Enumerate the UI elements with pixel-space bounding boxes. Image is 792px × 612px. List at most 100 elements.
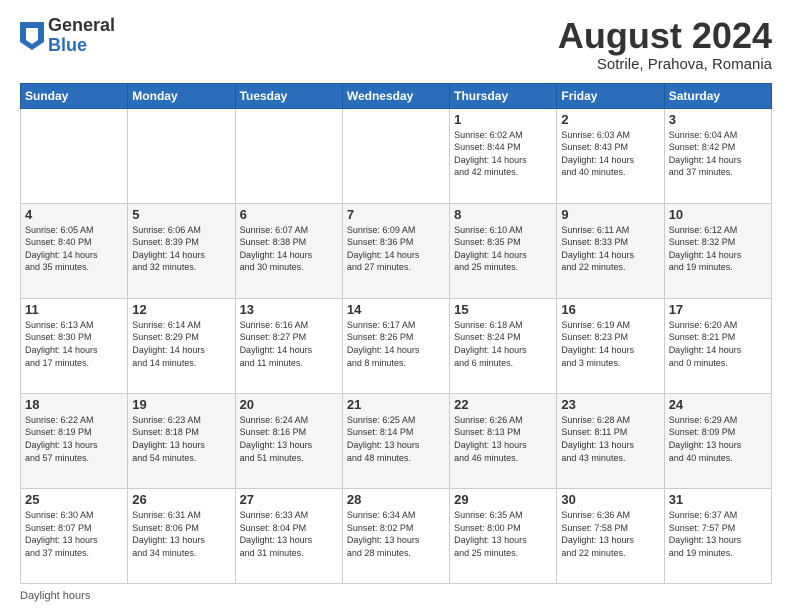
day-number: 7 xyxy=(347,207,445,222)
calendar-cell: 4 Sunrise: 6:05 AM Sunset: 8:40 PM Daylig… xyxy=(21,203,128,298)
calendar-cell: 12Sunrise: 6:14 AM Sunset: 8:29 PM Dayli… xyxy=(128,298,235,393)
day-number: 4 xyxy=(25,207,123,222)
day-number: 18 xyxy=(25,397,123,412)
weekday-saturday: Saturday xyxy=(664,83,771,108)
day-number: 8 xyxy=(454,207,552,222)
day-info: Sunrise: 6:09 AM Sunset: 8:36 PM Dayligh… xyxy=(347,224,445,274)
day-info: Sunrise: 6:28 AM Sunset: 8:11 PM Dayligh… xyxy=(561,414,659,464)
day-info: Sunrise: 6:05 AM Sunset: 8:40 PM Dayligh… xyxy=(25,224,123,274)
day-number: 6 xyxy=(240,207,338,222)
calendar-cell: 19Sunrise: 6:23 AM Sunset: 8:18 PM Dayli… xyxy=(128,393,235,488)
week-row-3: 11Sunrise: 6:13 AM Sunset: 8:30 PM Dayli… xyxy=(21,298,772,393)
calendar-cell xyxy=(235,108,342,203)
day-number: 9 xyxy=(561,207,659,222)
calendar-cell: 7 Sunrise: 6:09 AM Sunset: 8:36 PM Daylig… xyxy=(342,203,449,298)
calendar-cell: 13 Sunrise: 6:16 AM Sunset: 8:27 PM Dayli… xyxy=(235,298,342,393)
day-number: 16 xyxy=(561,302,659,317)
calendar-cell: 31 Sunrise: 6:37 AM Sunset: 7:57 PM Dayli… xyxy=(664,488,771,583)
day-info: Sunrise: 6:22 AM Sunset: 8:19 PM Dayligh… xyxy=(25,414,123,464)
week-row-5: 25 Sunrise: 6:30 AM Sunset: 8:07 PM Dayli… xyxy=(21,488,772,583)
day-info: Sunrise: 6:34 AM Sunset: 8:02 PM Dayligh… xyxy=(347,509,445,559)
calendar-cell: 17Sunrise: 6:20 AM Sunset: 8:21 PM Dayli… xyxy=(664,298,771,393)
calendar-cell: 16 Sunrise: 6:19 AM Sunset: 8:23 PM Dayli… xyxy=(557,298,664,393)
page: General Blue August 2024 Sotrile, Prahov… xyxy=(0,0,792,612)
calendar-cell: 27 Sunrise: 6:33 AM Sunset: 8:04 PM Dayli… xyxy=(235,488,342,583)
calendar: SundayMondayTuesdayWednesdayThursdayFrid… xyxy=(20,83,772,584)
day-info: Sunrise: 6:02 AM Sunset: 8:44 PM Dayligh… xyxy=(454,129,552,179)
calendar-cell: 1 Sunrise: 6:02 AM Sunset: 8:44 PM Daylig… xyxy=(450,108,557,203)
day-info: Sunrise: 6:04 AM Sunset: 8:42 PM Dayligh… xyxy=(669,129,767,179)
calendar-cell: 21 Sunrise: 6:25 AM Sunset: 8:14 PM Dayli… xyxy=(342,393,449,488)
calendar-cell: 2 Sunrise: 6:03 AM Sunset: 8:43 PM Daylig… xyxy=(557,108,664,203)
day-number: 5 xyxy=(132,207,230,222)
weekday-thursday: Thursday xyxy=(450,83,557,108)
calendar-cell: 24Sunrise: 6:29 AM Sunset: 8:09 PM Dayli… xyxy=(664,393,771,488)
weekday-tuesday: Tuesday xyxy=(235,83,342,108)
day-info: Sunrise: 6:11 AM Sunset: 8:33 PM Dayligh… xyxy=(561,224,659,274)
day-info: Sunrise: 6:03 AM Sunset: 8:43 PM Dayligh… xyxy=(561,129,659,179)
day-info: Sunrise: 6:18 AM Sunset: 8:24 PM Dayligh… xyxy=(454,319,552,369)
day-number: 26 xyxy=(132,492,230,507)
day-info: Sunrise: 6:20 AM Sunset: 8:21 PM Dayligh… xyxy=(669,319,767,369)
day-number: 2 xyxy=(561,112,659,127)
day-info: Sunrise: 6:26 AM Sunset: 8:13 PM Dayligh… xyxy=(454,414,552,464)
weekday-wednesday: Wednesday xyxy=(342,83,449,108)
day-number: 21 xyxy=(347,397,445,412)
day-number: 30 xyxy=(561,492,659,507)
day-info: Sunrise: 6:33 AM Sunset: 8:04 PM Dayligh… xyxy=(240,509,338,559)
daylight-label: Daylight hours xyxy=(20,590,90,602)
calendar-cell: 15 Sunrise: 6:18 AM Sunset: 8:24 PM Dayli… xyxy=(450,298,557,393)
weekday-monday: Monday xyxy=(128,83,235,108)
day-info: Sunrise: 6:16 AM Sunset: 8:27 PM Dayligh… xyxy=(240,319,338,369)
calendar-cell: 23 Sunrise: 6:28 AM Sunset: 8:11 PM Dayli… xyxy=(557,393,664,488)
weekday-sunday: Sunday xyxy=(21,83,128,108)
calendar-cell: 29Sunrise: 6:35 AM Sunset: 8:00 PM Dayli… xyxy=(450,488,557,583)
calendar-cell: 26 Sunrise: 6:31 AM Sunset: 8:06 PM Dayli… xyxy=(128,488,235,583)
title-block: August 2024 Sotrile, Prahova, Romania xyxy=(558,16,772,73)
footer: Daylight hours xyxy=(20,590,772,602)
day-number: 14 xyxy=(347,302,445,317)
day-info: Sunrise: 6:13 AM Sunset: 8:30 PM Dayligh… xyxy=(25,319,123,369)
week-row-2: 4 Sunrise: 6:05 AM Sunset: 8:40 PM Daylig… xyxy=(21,203,772,298)
week-row-1: 1 Sunrise: 6:02 AM Sunset: 8:44 PM Daylig… xyxy=(21,108,772,203)
day-info: Sunrise: 6:12 AM Sunset: 8:32 PM Dayligh… xyxy=(669,224,767,274)
day-info: Sunrise: 6:37 AM Sunset: 7:57 PM Dayligh… xyxy=(669,509,767,559)
logo-text: General Blue xyxy=(48,16,115,56)
weekday-header-row: SundayMondayTuesdayWednesdayThursdayFrid… xyxy=(21,83,772,108)
day-info: Sunrise: 6:31 AM Sunset: 8:06 PM Dayligh… xyxy=(132,509,230,559)
day-number: 12 xyxy=(132,302,230,317)
logo-general: General xyxy=(48,16,115,36)
calendar-cell: 25 Sunrise: 6:30 AM Sunset: 8:07 PM Dayli… xyxy=(21,488,128,583)
calendar-cell: 3 Sunrise: 6:04 AM Sunset: 8:42 PM Daylig… xyxy=(664,108,771,203)
logo: General Blue xyxy=(20,16,115,56)
calendar-cell xyxy=(128,108,235,203)
day-number: 27 xyxy=(240,492,338,507)
day-info: Sunrise: 6:07 AM Sunset: 8:38 PM Dayligh… xyxy=(240,224,338,274)
calendar-cell: 22Sunrise: 6:26 AM Sunset: 8:13 PM Dayli… xyxy=(450,393,557,488)
calendar-cell: 28 Sunrise: 6:34 AM Sunset: 8:02 PM Dayli… xyxy=(342,488,449,583)
day-number: 3 xyxy=(669,112,767,127)
day-info: Sunrise: 6:17 AM Sunset: 8:26 PM Dayligh… xyxy=(347,319,445,369)
day-info: Sunrise: 6:25 AM Sunset: 8:14 PM Dayligh… xyxy=(347,414,445,464)
day-number: 28 xyxy=(347,492,445,507)
subtitle: Sotrile, Prahova, Romania xyxy=(558,56,772,73)
day-number: 13 xyxy=(240,302,338,317)
day-info: Sunrise: 6:30 AM Sunset: 8:07 PM Dayligh… xyxy=(25,509,123,559)
calendar-cell: 30Sunrise: 6:36 AM Sunset: 7:58 PM Dayli… xyxy=(557,488,664,583)
day-info: Sunrise: 6:23 AM Sunset: 8:18 PM Dayligh… xyxy=(132,414,230,464)
day-number: 15 xyxy=(454,302,552,317)
calendar-cell: 14 Sunrise: 6:17 AM Sunset: 8:26 PM Dayli… xyxy=(342,298,449,393)
day-number: 23 xyxy=(561,397,659,412)
day-number: 31 xyxy=(669,492,767,507)
day-info: Sunrise: 6:06 AM Sunset: 8:39 PM Dayligh… xyxy=(132,224,230,274)
calendar-cell xyxy=(342,108,449,203)
day-info: Sunrise: 6:19 AM Sunset: 8:23 PM Dayligh… xyxy=(561,319,659,369)
day-number: 20 xyxy=(240,397,338,412)
calendar-cell: 9 Sunrise: 6:11 AM Sunset: 8:33 PM Daylig… xyxy=(557,203,664,298)
calendar-cell: 10Sunrise: 6:12 AM Sunset: 8:32 PM Dayli… xyxy=(664,203,771,298)
day-info: Sunrise: 6:35 AM Sunset: 8:00 PM Dayligh… xyxy=(454,509,552,559)
day-number: 1 xyxy=(454,112,552,127)
day-number: 25 xyxy=(25,492,123,507)
day-number: 24 xyxy=(669,397,767,412)
logo-blue: Blue xyxy=(48,36,115,56)
